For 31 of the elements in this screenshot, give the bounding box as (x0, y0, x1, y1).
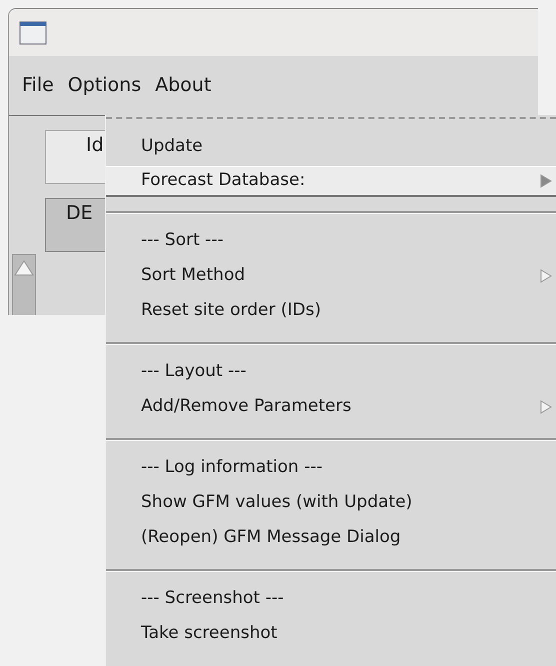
menu-item[interactable]: --- Screenshot --- (106, 581, 556, 616)
menu-item-label: (Reopen) GFM Message Dialog (141, 526, 401, 549)
window-icon (19, 20, 47, 44)
scroll-up-icon[interactable] (13, 258, 35, 278)
menu-item[interactable]: Take screenshot (106, 616, 556, 651)
submenu-arrow-icon (540, 174, 552, 188)
menu-item[interactable]: Add/Remove Parameters (106, 389, 556, 424)
menu-item-label: --- Screenshot --- (141, 586, 284, 610)
menu-item[interactable]: --- Log information --- (106, 450, 556, 485)
menu-item[interactable]: File (15, 71, 61, 100)
menu-item-label: Reset site order (IDs) (141, 298, 321, 322)
menu-item-label: --- Layout --- (141, 360, 246, 383)
menu-item-label: Update (141, 134, 203, 158)
menu-item-label: Show GFM values (with Update) (141, 490, 412, 514)
menu-item-label: --- Sort --- (141, 228, 224, 252)
menu-item[interactable]: About (148, 71, 218, 100)
menu-item[interactable]: Sort Method (106, 258, 556, 293)
submenu-arrow-icon (540, 400, 552, 414)
menu-item[interactable]: Forecast Database: (106, 166, 556, 197)
menu-item[interactable]: (Reopen) GFM Message Dialog (106, 520, 556, 555)
submenu-arrow-icon (540, 268, 552, 282)
menu-item-label: --- Log information --- (141, 456, 322, 479)
menu-item[interactable]: Options (60, 71, 148, 100)
menu-item-label: Forecast Database: (141, 169, 306, 192)
menu-item-label: Take screenshot (141, 622, 278, 645)
menu-item[interactable]: Show GFM values (with Update) (106, 485, 556, 520)
menu-item[interactable]: Reset site order (IDs) (106, 293, 556, 328)
scrollbar[interactable] (12, 254, 36, 315)
menu-item-label: Add/Remove Parameters (141, 394, 352, 418)
menu-item-label: Sort Method (141, 264, 246, 287)
menu-item[interactable]: --- Layout --- (106, 354, 556, 389)
